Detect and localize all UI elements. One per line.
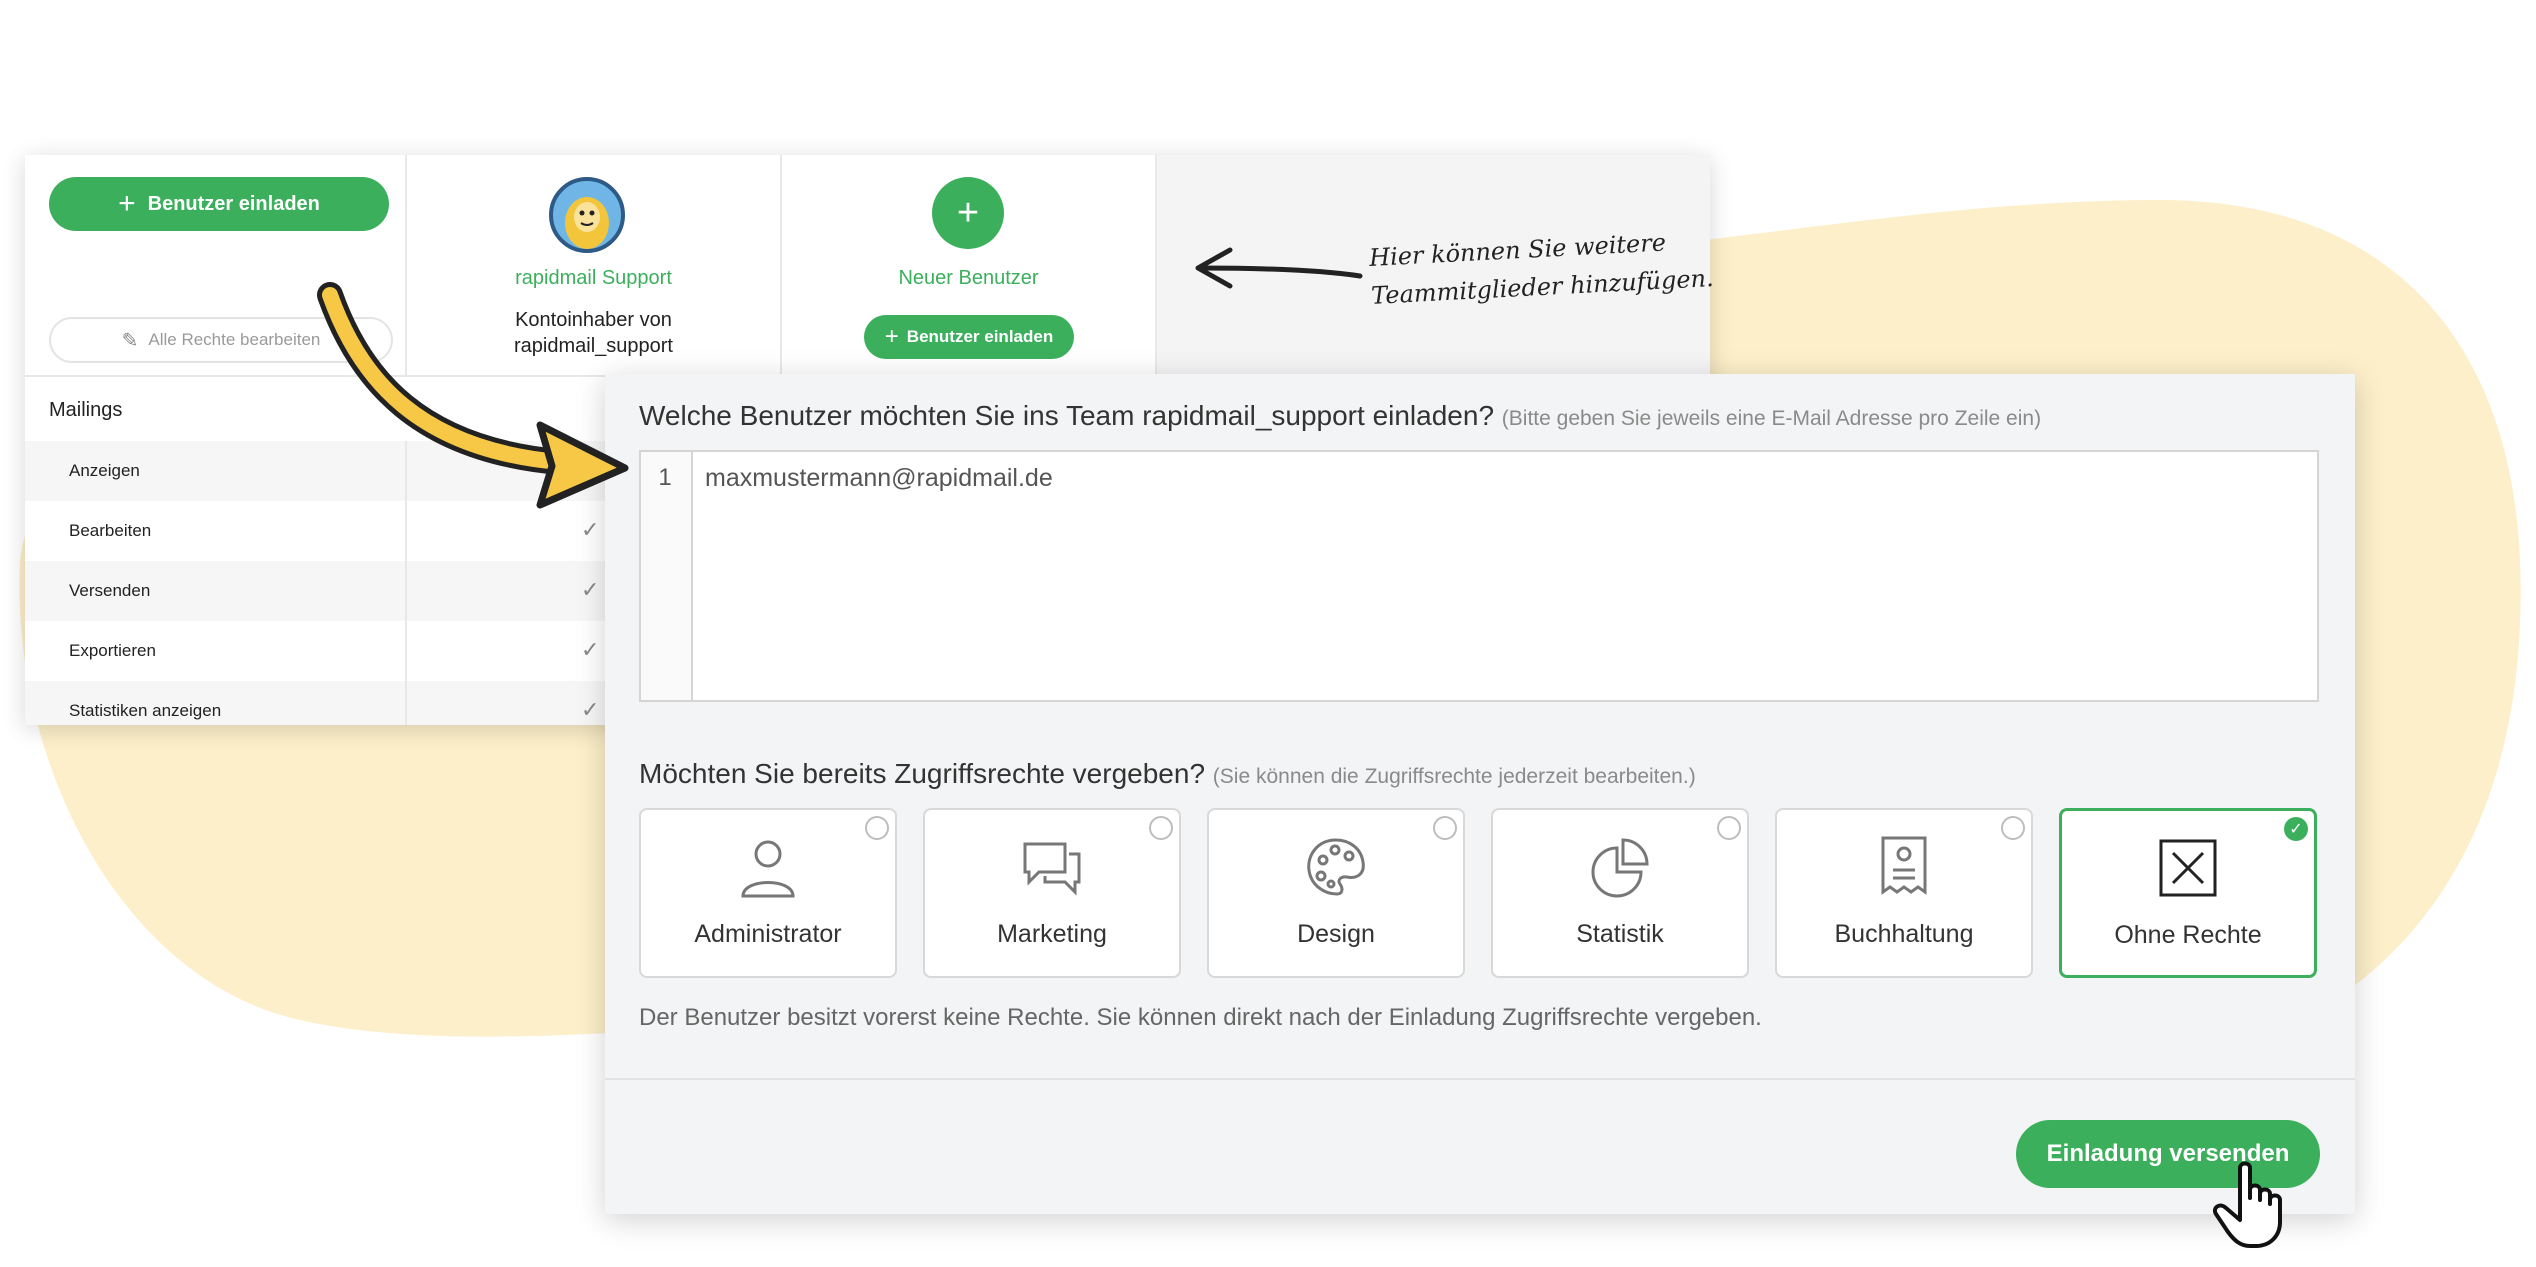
new-user-invite-label: Benutzer einladen bbox=[906, 327, 1054, 346]
member-column-new-user: + Neuer Benutzer + Benutzer einladen bbox=[782, 155, 1157, 375]
role-label: Ohne Rechte bbox=[2114, 921, 2262, 949]
role-card-statistik[interactable]: Statistik bbox=[1491, 808, 1749, 978]
new-user-name: Neuer Benutzer bbox=[898, 267, 1039, 289]
chat-bubbles-icon bbox=[925, 834, 1179, 900]
invite-dialog: Welche Benutzer möchten Sie ins Team rap… bbox=[605, 374, 2355, 1214]
pie-chart-icon bbox=[1493, 834, 1747, 900]
table-row: Statistiken anzeigen ✓ bbox=[25, 681, 620, 725]
table-row: Exportieren ✓ bbox=[25, 621, 620, 681]
role-label: Marketing bbox=[997, 920, 1107, 948]
role-card-marketing[interactable]: Marketing bbox=[923, 808, 1181, 978]
rights-question-text: Möchten Sie bereits Zugriffsrechte verge… bbox=[639, 758, 1206, 789]
role-label: Statistik bbox=[1576, 920, 1664, 948]
role-card-design[interactable]: Design bbox=[1207, 808, 1465, 978]
check-icon: ✓ bbox=[581, 577, 600, 602]
invite-question-hint: (Bitte geben Sie jeweils eine E-Mail Adr… bbox=[1501, 407, 2042, 430]
invite-question-text: Welche Benutzer möchten Sie ins Team rap… bbox=[639, 400, 1495, 431]
invite-question: Welche Benutzer möchten Sie ins Team rap… bbox=[639, 400, 2041, 432]
check-icon: ✓ bbox=[581, 697, 600, 722]
divider bbox=[605, 1078, 2355, 1080]
email-value[interactable]: maxmustermann@rapidmail.de bbox=[705, 464, 1053, 493]
rights-info-text: Der Benutzer besitzt vorerst keine Recht… bbox=[639, 1004, 1762, 1031]
check-icon: ✓ bbox=[581, 637, 600, 662]
permission-label: Versenden bbox=[69, 581, 151, 600]
rights-question: Möchten Sie bereits Zugriffsrechte verge… bbox=[639, 758, 1696, 790]
role-label: Design bbox=[1297, 920, 1375, 948]
rights-question-hint: (Sie können die Zugriffsrechte jederzeit… bbox=[1212, 765, 1696, 788]
left-arrow-icon bbox=[1195, 247, 1363, 289]
divider bbox=[405, 561, 407, 621]
curved-arrow-icon bbox=[317, 282, 629, 509]
role-card-administrator[interactable]: Administrator bbox=[639, 808, 897, 978]
add-user-icon[interactable]: + bbox=[932, 177, 1004, 249]
role-label: Administrator bbox=[694, 920, 842, 948]
email-list-input[interactable]: 1 maxmustermann@rapidmail.de bbox=[639, 450, 2319, 702]
plus-icon: + bbox=[884, 323, 899, 350]
x-box-icon bbox=[2062, 835, 2314, 901]
permission-label: Statistiken anzeigen bbox=[69, 701, 222, 720]
role-label: Buchhaltung bbox=[1834, 920, 1974, 948]
divider bbox=[405, 681, 407, 725]
divider bbox=[405, 621, 407, 681]
palette-icon bbox=[1209, 834, 1463, 900]
permission-label: Exportieren bbox=[69, 641, 156, 660]
receipt-icon bbox=[1777, 834, 2031, 900]
new-user-invite-button[interactable]: + Benutzer einladen bbox=[864, 315, 1074, 359]
role-card-buchhaltung[interactable]: Buchhaltung bbox=[1775, 808, 2033, 978]
table-row: Versenden ✓ bbox=[25, 561, 620, 621]
role-card-ohne-rechte[interactable]: ✓ Ohne Rechte bbox=[2059, 808, 2317, 978]
person-icon bbox=[641, 834, 895, 900]
hand-cursor-icon bbox=[2213, 1161, 2282, 1248]
